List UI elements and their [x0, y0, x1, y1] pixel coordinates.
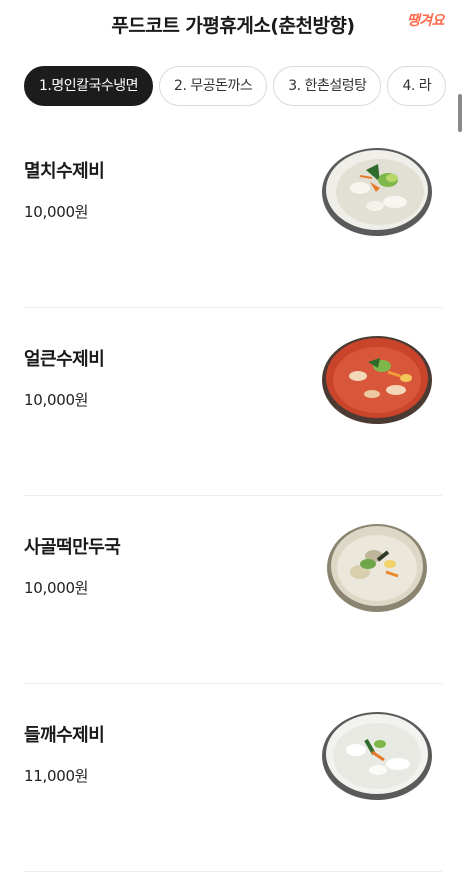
menu-item-name: 얼큰수제비 [24, 349, 105, 370]
dish-image [322, 336, 432, 424]
dish-image [322, 148, 432, 236]
dish-image [327, 524, 427, 612]
menu-list: 멸치수제비 10,000원 얼큰수제비 10,000원 사골떡만두국 10,00… [0, 120, 466, 872]
menu-item-price: 11,000원 [24, 767, 89, 785]
menu-item-name: 들깨수제비 [24, 725, 105, 746]
menu-item[interactable]: 들깨수제비 11,000원 [0, 684, 466, 872]
page-title: 푸드코트 가평휴게소(춘천방향) [111, 15, 355, 37]
menu-item[interactable]: 사골떡만두국 10,000원 [0, 496, 466, 684]
brand-logo[interactable]: 땡겨요 [407, 10, 445, 30]
tab-3[interactable]: 3. 한촌설렁탕 [273, 66, 382, 106]
header: 푸드코트 가평휴게소(춘천방향) 땡겨요 [0, 0, 466, 48]
menu-item-price: 10,000원 [24, 579, 89, 597]
menu-item[interactable]: 얼큰수제비 10,000원 [0, 308, 466, 496]
tab-1[interactable]: 1.명인칼국수냉면 [24, 66, 154, 106]
menu-item[interactable]: 멸치수제비 10,000원 [0, 120, 466, 308]
tab-2[interactable]: 2. 무공돈까스 [159, 66, 268, 106]
menu-item-name: 사골떡만두국 [24, 537, 121, 558]
dish-image [322, 712, 432, 800]
tab-4[interactable]: 4. 라 [387, 66, 447, 106]
menu-item-name: 멸치수제비 [24, 161, 105, 182]
category-tabs: 1.명인칼국수냉면 2. 무공돈까스 3. 한촌설렁탕 4. 라 [24, 66, 466, 108]
menu-item-price: 10,000원 [24, 203, 89, 221]
menu-item-price: 10,000원 [24, 391, 89, 409]
